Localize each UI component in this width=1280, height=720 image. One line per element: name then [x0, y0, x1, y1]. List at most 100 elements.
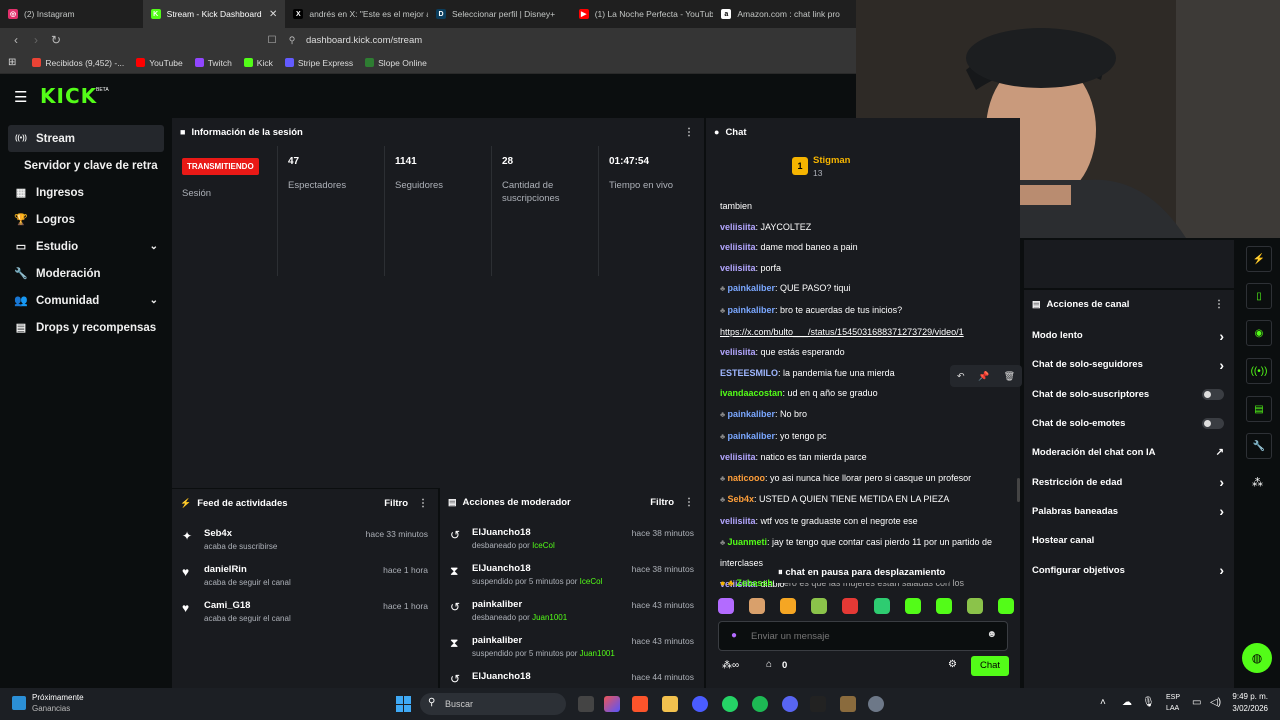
- chat-settings-icon[interactable]: ⚙: [948, 659, 957, 670]
- help-icon[interactable]: ◍: [1242, 643, 1272, 673]
- activity-item[interactable]: ♥ danielRin acaba de seguir el canal hace 1…: [172, 561, 438, 597]
- browser-tab[interactable]: Xandrés en X: "Este es el mejor a: [285, 0, 428, 28]
- chat-username[interactable]: naticooo: [727, 473, 765, 483]
- chat-scrollbar[interactable]: [1017, 478, 1020, 502]
- channel-action-item[interactable]: Restricción de edad ›: [1024, 467, 1234, 496]
- undo-icon[interactable]: ↶: [957, 371, 965, 382]
- mod-action-item[interactable]: ⧗ ElJuancho18 suspendido por 5 minutos por…: [440, 560, 704, 596]
- chat-message[interactable]: https://x.com/bulto___/status/1545031688…: [706, 322, 1020, 343]
- kick-logo[interactable]: KICK: [40, 84, 97, 108]
- sidebar-item[interactable]: 🏆 Logros: [0, 206, 172, 233]
- whatsapp-icon[interactable]: [722, 696, 738, 712]
- emote-icon[interactable]: [904, 598, 921, 614]
- spotify-icon[interactable]: [752, 696, 768, 712]
- emote-icon[interactable]: [935, 598, 952, 614]
- mod-filter-button[interactable]: Filtro: [650, 497, 674, 508]
- emote-icon[interactable]: [842, 598, 859, 614]
- bookmark-item[interactable]: Stripe Express: [284, 58, 353, 68]
- sidebar-item[interactable]: 🔧 Moderación: [0, 260, 172, 287]
- close-tab-icon[interactable]: ✕: [269, 9, 277, 20]
- folder-icon[interactable]: [662, 696, 678, 712]
- channel-action-item[interactable]: Modo lento ›: [1024, 321, 1234, 350]
- chat-message[interactable]: veliisiita: wtf vos te graduaste con el …: [706, 511, 1020, 532]
- wifi-icon[interactable]: ▭: [1192, 697, 1201, 708]
- chat-icon[interactable]: ◉: [1246, 320, 1272, 346]
- add-widget-icon[interactable]: ⁂: [1252, 476, 1263, 489]
- mod-action-item[interactable]: ↺ ElJuancho18 hace 44 minutos: [440, 668, 704, 688]
- layout-icon[interactable]: ▤: [1246, 396, 1272, 422]
- chat-username[interactable]: veliisiita: [720, 242, 756, 252]
- chat-message[interactable]: ♣ naticooo: yo asi nunca hice llorar per…: [706, 468, 1020, 490]
- settings-icon[interactable]: [868, 696, 884, 712]
- sidebar-item[interactable]: Servidor y clave de retransmisión: [0, 152, 172, 179]
- tray-chevron-icon[interactable]: ˄: [1100, 697, 1106, 708]
- mod-action-item[interactable]: ↺ ElJuancho18 desbaneado por IceCol hace 38…: [440, 524, 704, 560]
- chat-username[interactable]: painkaliber: [727, 431, 775, 441]
- sidebar-item[interactable]: ▤ Drops y recompensas: [0, 314, 172, 341]
- channel-action-item[interactable]: Chat de solo-emotes: [1024, 409, 1234, 438]
- chat-username[interactable]: ivandaacostan: [720, 388, 783, 398]
- volume-icon[interactable]: ◁): [1210, 697, 1221, 708]
- audio-app-icon[interactable]: [810, 696, 826, 712]
- copilot-icon[interactable]: [604, 696, 620, 712]
- chat-username[interactable]: veliisiita: [720, 347, 756, 357]
- chat-username[interactable]: ESTEESMILO: [720, 368, 778, 378]
- emote-icon[interactable]: [997, 598, 1014, 614]
- chat-message[interactable]: ♣ painkaliber: bro te acuerdas de tus in…: [706, 300, 1020, 322]
- sidebar-item[interactable]: ▭ Estudio ⌄: [0, 233, 172, 260]
- windows-start-icon[interactable]: [396, 696, 412, 712]
- chat-message[interactable]: veliisiita: que estás esperando: [706, 342, 1020, 363]
- chat-message[interactable]: tambien: [706, 196, 1020, 217]
- clock-time[interactable]: 9:49 p. m.: [1232, 692, 1268, 701]
- lightning-icon[interactable]: ⚡: [1246, 246, 1272, 272]
- chat-message[interactable]: veliisiita: JAYCOLTEZ: [706, 217, 1020, 238]
- broadcast-icon[interactable]: ((•)): [1246, 358, 1272, 384]
- browser-tab[interactable]: K Stream - Kick Dashboard ✕: [142, 0, 286, 28]
- bookmark-icon[interactable]: ☐: [262, 35, 282, 46]
- chat-message[interactable]: ♣ painkaliber: No bro: [706, 404, 1020, 426]
- brave-icon[interactable]: [632, 696, 648, 712]
- bookmark-item[interactable]: Kick: [243, 58, 273, 68]
- apps-icon[interactable]: ⊞: [8, 57, 16, 68]
- chat-username[interactable]: painkaliber: [727, 283, 775, 293]
- chat-link[interactable]: https://x.com/bulto___/status/1545031688…: [720, 327, 964, 337]
- network-icon[interactable]: ☁: [1122, 697, 1132, 708]
- clock-date[interactable]: 3/02/2026: [1232, 704, 1268, 713]
- chat-message[interactable]: ♣ Seb4x: USTED A QUIEN TIENE METIDA EN L…: [706, 489, 1020, 511]
- pinned-username[interactable]: Stigman: [813, 155, 850, 166]
- more-options-icon[interactable]: ⋮: [418, 498, 428, 509]
- activity-filter-button[interactable]: Filtro: [384, 498, 408, 509]
- sidebar-item[interactable]: ▦ Ingresos: [0, 179, 172, 206]
- mod-action-item[interactable]: ↺ painkaliber desbaneado por Juan1001 hace …: [440, 596, 704, 632]
- bookmark-item[interactable]: Slope Online: [365, 58, 427, 68]
- bookmark-item[interactable]: Recibidos (9,452) -...: [32, 58, 124, 68]
- activity-item[interactable]: ✦ Seb4x acaba de suscribirse hace 33 minuto…: [172, 525, 438, 561]
- last-chat-user[interactable]: Zebassh: [736, 578, 773, 588]
- trash-icon[interactable]: 🗑: [1004, 371, 1015, 382]
- channel-points-icon[interactable]: ⁂∞: [722, 660, 739, 671]
- mod-action-item[interactable]: ⧗ painkaliber suspendido por 5 minutos por…: [440, 632, 704, 668]
- chat-message[interactable]: veliisiita: dame mod baneo a pain: [706, 237, 1020, 258]
- send-chat-button[interactable]: Chat: [971, 656, 1009, 676]
- reload-icon[interactable]: ↻: [46, 33, 66, 47]
- app-icon[interactable]: [692, 696, 708, 712]
- emote-icon[interactable]: [718, 598, 734, 614]
- chat-username[interactable]: veliisiita: [720, 222, 756, 232]
- bookmark-item[interactable]: YouTube: [136, 58, 183, 68]
- chat-username[interactable]: painkaliber: [727, 305, 775, 315]
- browser-tab[interactable]: ◎ (2) Instagram: [0, 0, 143, 28]
- chat-message[interactable]: ♣ painkaliber: QUE PASO? tiqui: [706, 278, 1020, 300]
- bookmark-item[interactable]: Twitch: [194, 58, 232, 68]
- browser-tab[interactable]: ▶ (1) La Noche Perfecta - YouTub: [571, 0, 713, 28]
- url-field[interactable]: dashboard.kick.com/stream: [306, 35, 422, 46]
- emote-icon[interactable]: [966, 598, 983, 614]
- forward-icon[interactable]: ›: [26, 33, 46, 47]
- chat-username[interactable]: painkaliber: [727, 409, 775, 419]
- emote-icon[interactable]: [811, 598, 828, 614]
- mic-tray-icon[interactable]: 🎙: [1142, 697, 1155, 708]
- chat-message[interactable]: veliisiita: porfa: [706, 258, 1020, 279]
- chat-username[interactable]: Seb4x: [727, 494, 754, 504]
- discord-icon[interactable]: [782, 696, 798, 712]
- chat-username[interactable]: veliisiita: [720, 263, 756, 273]
- chat-message[interactable]: ♣ Juanmeti: jay te tengo que contar casi…: [706, 532, 1020, 554]
